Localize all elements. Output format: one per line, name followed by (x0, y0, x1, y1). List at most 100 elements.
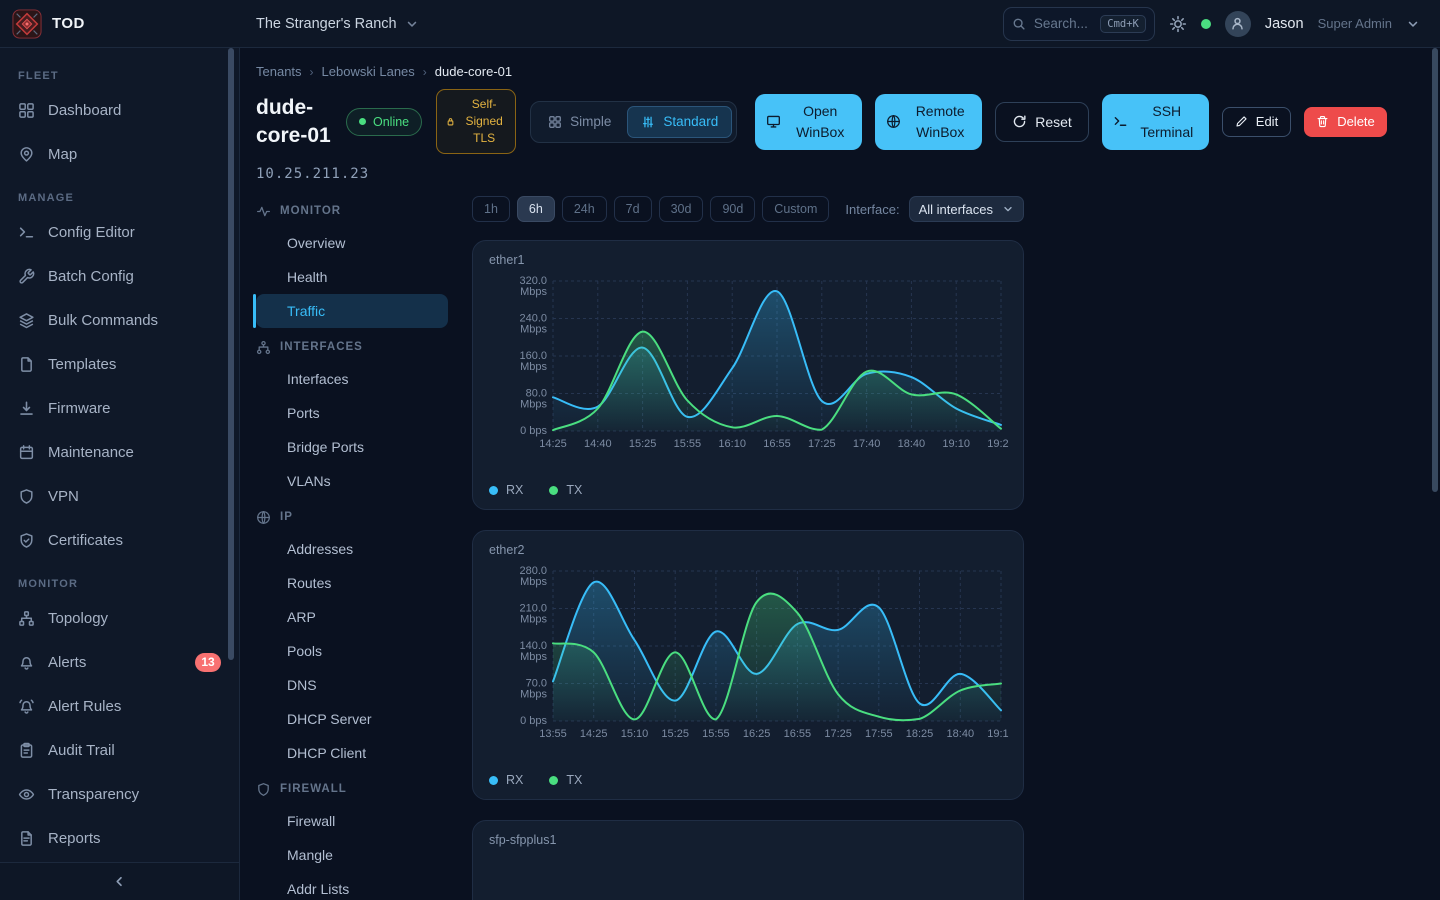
subnav-item-mangle[interactable]: Mangle (256, 838, 448, 872)
sidebar-scrollbar[interactable] (228, 48, 234, 660)
reset-button[interactable]: Reset (995, 102, 1089, 142)
breadcrumb-tenant-name[interactable]: Lebowski Lanes (322, 64, 415, 79)
clipboard-icon (18, 742, 35, 759)
sidebar-item-certificates[interactable]: Certificates (0, 518, 239, 562)
sidebar-item-bulk-commands[interactable]: Bulk Commands (0, 298, 239, 342)
range-6h-button[interactable]: 6h (517, 196, 555, 222)
range-30d-button[interactable]: 30d (659, 196, 704, 222)
svg-text:15:55: 15:55 (674, 438, 702, 450)
svg-text:18:25: 18:25 (906, 728, 934, 740)
sidebar-item-alerts[interactable]: Alerts 13 (0, 640, 239, 684)
svg-text:0 bps: 0 bps (520, 715, 547, 727)
theme-toggle-sun-icon[interactable] (1169, 15, 1187, 33)
subnav-header-interfaces: INTERFACES (256, 332, 472, 362)
sidebar-item-maintenance[interactable]: Maintenance (0, 430, 239, 474)
subnav-header-ip: IP (256, 502, 472, 532)
globe-icon (886, 114, 901, 129)
sidebar-item-label: Audit Trail (48, 742, 115, 759)
file-icon (18, 356, 35, 373)
svg-text:14:25: 14:25 (580, 728, 608, 740)
device-subnav: MONITOR Overview Health Traffic INTERFAC… (256, 196, 472, 900)
sidebar-item-batch-config[interactable]: Batch Config (0, 254, 239, 298)
range-90d-button[interactable]: 90d (710, 196, 755, 222)
subnav-item-overview[interactable]: Overview (256, 226, 448, 260)
subnav-item-addr-lists[interactable]: Addr Lists (256, 872, 448, 900)
sidebar-item-dashboard[interactable]: Dashboard (0, 88, 239, 132)
subnav-item-routes[interactable]: Routes (256, 566, 448, 600)
subnav-item-arp[interactable]: ARP (256, 600, 448, 634)
subnav-item-addresses[interactable]: Addresses (256, 532, 448, 566)
subnav-header-firewall: FIREWALL (256, 774, 472, 804)
file-text-icon (18, 830, 35, 847)
subnav-item-bridge-ports[interactable]: Bridge Ports (256, 430, 448, 464)
terminal-icon (1113, 114, 1128, 129)
subnav-item-health[interactable]: Health (256, 260, 448, 294)
mode-simple-button[interactable]: Simple (535, 106, 624, 138)
page-scrollbar[interactable] (1432, 48, 1438, 492)
sidebar-item-transparency[interactable]: Transparency (0, 772, 239, 816)
sidebar-item-reports[interactable]: Reports (0, 816, 239, 860)
interface-label: Interface: (845, 202, 899, 217)
interface-select[interactable]: All interfaces (909, 196, 1024, 222)
mode-standard-button[interactable]: Standard (627, 106, 732, 138)
svg-text:14:40: 14:40 (584, 438, 612, 450)
range-7d-button[interactable]: 7d (614, 196, 652, 222)
subnav-item-interfaces[interactable]: Interfaces (256, 362, 448, 396)
sidebar-item-label: VPN (48, 488, 79, 505)
subnav-item-dns[interactable]: DNS (256, 668, 448, 702)
subnav-item-dhcp-server[interactable]: DHCP Server (256, 702, 448, 736)
svg-text:19:10: 19:10 (987, 728, 1009, 740)
subnav-item-pools[interactable]: Pools (256, 634, 448, 668)
eye-icon (18, 786, 35, 803)
svg-text:Mbps: Mbps (520, 614, 547, 626)
edit-button[interactable]: Edit (1222, 107, 1291, 137)
sidebar-item-map[interactable]: Map (0, 132, 239, 176)
sidebar-item-alert-rules[interactable]: Alert Rules (0, 684, 239, 728)
breadcrumb-tenants[interactable]: Tenants (256, 64, 302, 79)
tls-warning-badge: Self-Signed TLS (436, 89, 516, 154)
sidebar-item-config-editor[interactable]: Config Editor (0, 210, 239, 254)
sidebar-item-audit-trail[interactable]: Audit Trail (0, 728, 239, 772)
subnav-item-vlans[interactable]: VLANs (256, 464, 448, 498)
svg-text:16:55: 16:55 (763, 438, 791, 450)
sidebar-item-label: Alert Rules (48, 698, 121, 715)
chart-legend: RX TX (489, 773, 1007, 787)
monitor-icon (766, 114, 781, 129)
dashboard-icon (18, 102, 35, 119)
range-1h-button[interactable]: 1h (472, 196, 510, 222)
globe-icon (256, 510, 271, 525)
subnav-item-firewall[interactable]: Firewall (256, 804, 448, 838)
search-input[interactable]: Search... Cmd+K (1003, 7, 1155, 41)
breadcrumb: Tenants › Lebowski Lanes › dude-core-01 (240, 48, 1440, 79)
subnav-item-ports[interactable]: Ports (256, 396, 448, 430)
sidebar-item-vpn[interactable]: VPN (0, 474, 239, 518)
sidebar-item-templates[interactable]: Templates (0, 342, 239, 386)
subnav-item-dhcp-client[interactable]: DHCP Client (256, 736, 448, 770)
sidebar-item-label: Transparency (48, 786, 139, 803)
range-24h-button[interactable]: 24h (562, 196, 607, 222)
sidebar-collapse-button[interactable] (0, 862, 239, 900)
ssh-terminal-button[interactable]: SSH Terminal (1102, 94, 1209, 150)
topbar-right: Search... Cmd+K Jason Super Admin (1003, 7, 1440, 41)
calendar-icon (18, 444, 35, 461)
range-custom-button[interactable]: Custom (762, 196, 829, 222)
svg-text:Mbps: Mbps (520, 576, 547, 588)
pencil-icon (1235, 115, 1248, 128)
open-winbox-button[interactable]: Open WinBox (755, 94, 862, 150)
sidebar-section-monitor: MONITOR (0, 578, 239, 590)
svg-text:15:55: 15:55 (702, 728, 730, 740)
sidebar-item-topology[interactable]: Topology (0, 596, 239, 640)
sidebar-section-manage: MANAGE (0, 192, 239, 204)
delete-button[interactable]: Delete (1304, 107, 1387, 137)
user-menu-chevron-down-icon[interactable] (1406, 17, 1420, 31)
tenant-switcher[interactable]: The Stranger's Ranch (240, 16, 419, 32)
avatar[interactable] (1225, 11, 1251, 37)
activity-icon (256, 204, 271, 219)
sidebar-item-firmware[interactable]: Firmware (0, 386, 239, 430)
svg-text:16:10: 16:10 (718, 438, 746, 450)
sliders-icon (641, 115, 655, 129)
sidebar-item-label: Bulk Commands (48, 312, 158, 329)
subnav-item-traffic[interactable]: Traffic (256, 294, 448, 328)
remote-winbox-button[interactable]: Remote WinBox (875, 94, 982, 150)
svg-text:17:55: 17:55 (865, 728, 893, 740)
